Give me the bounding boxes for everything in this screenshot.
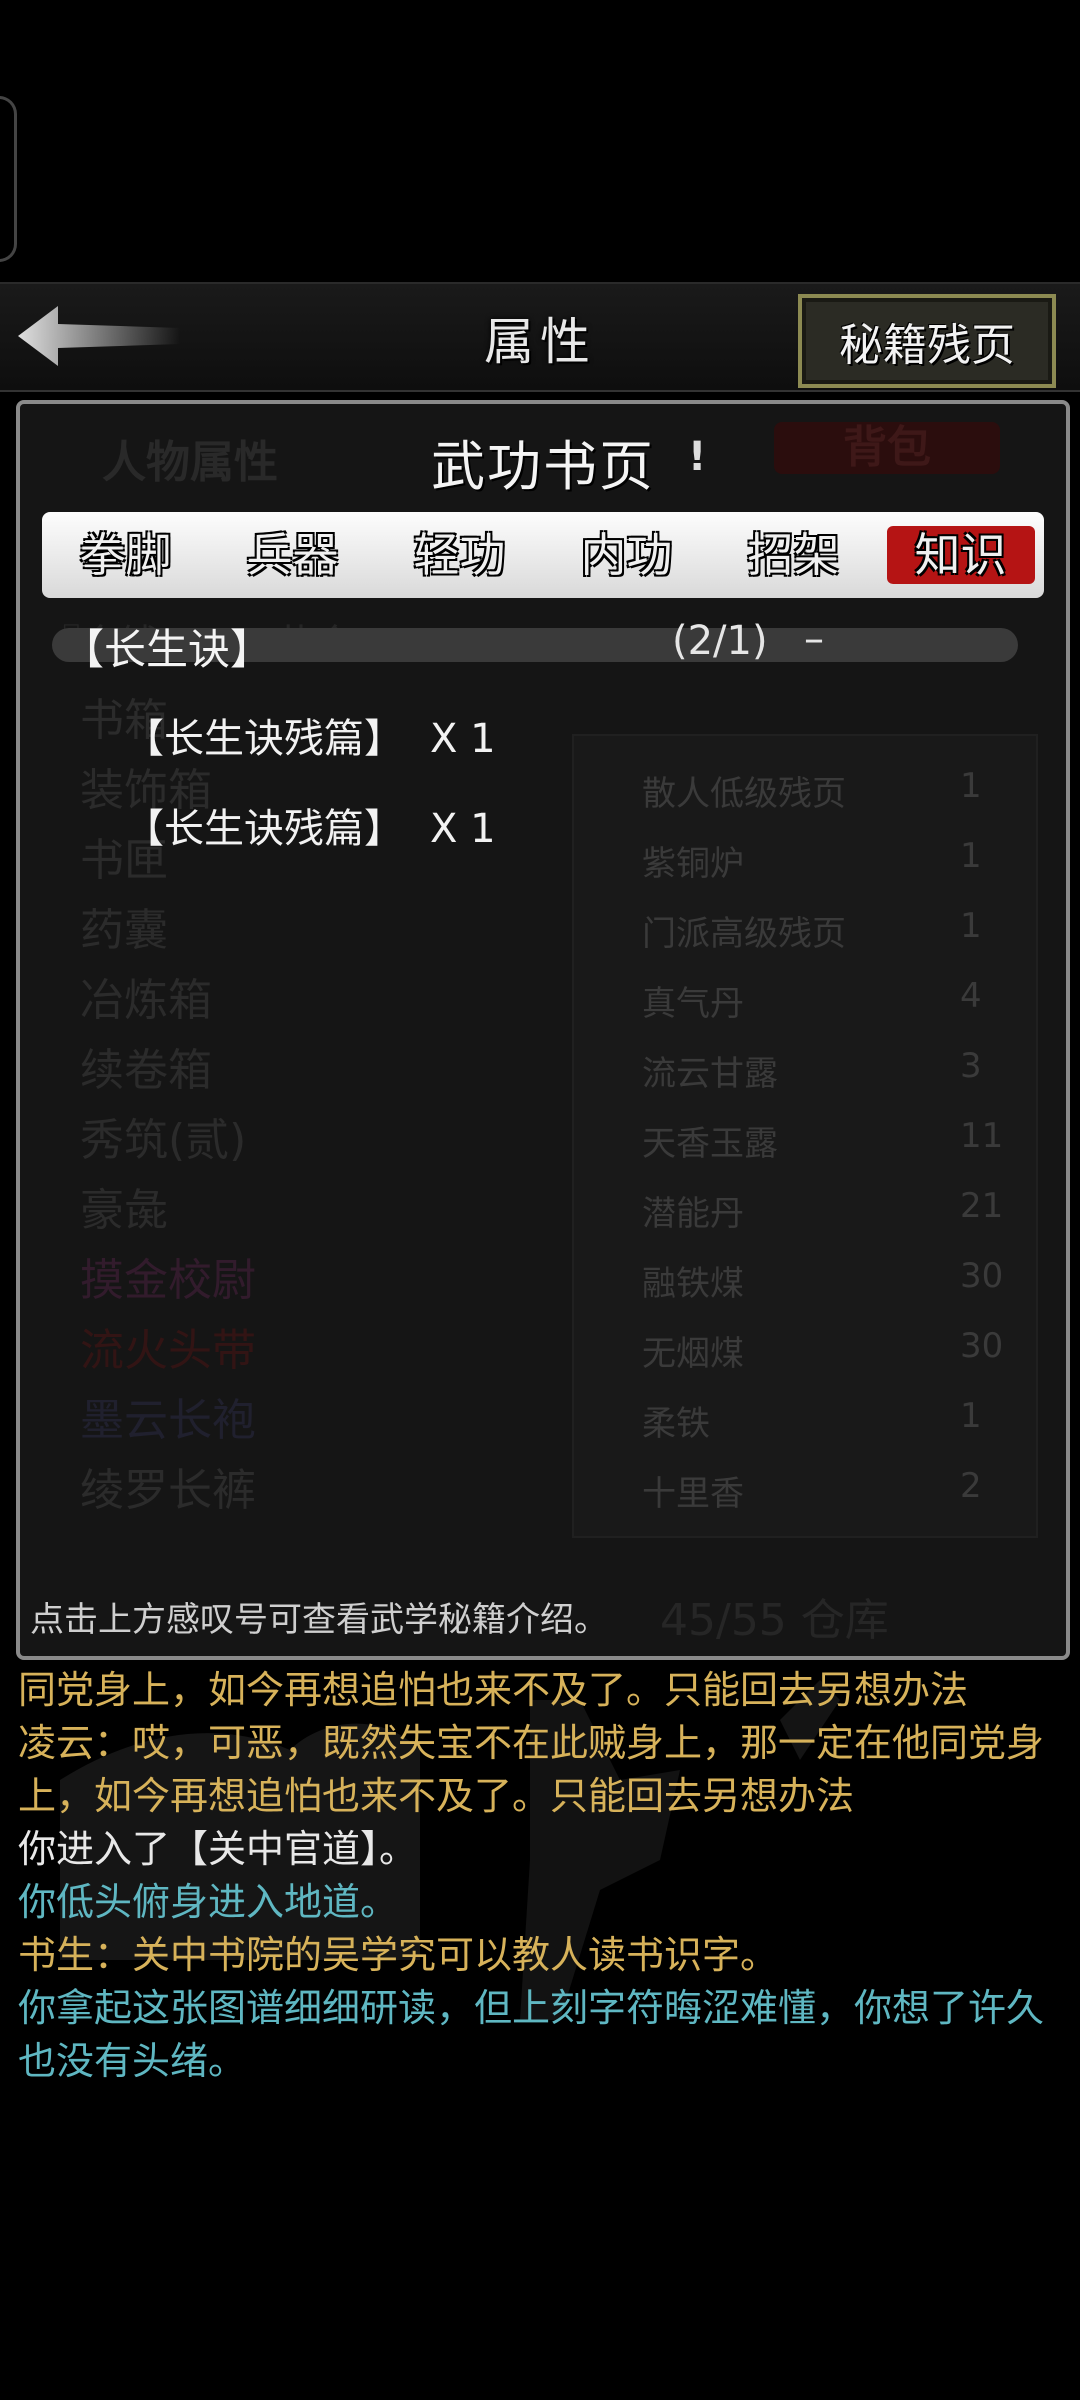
skill-category-tabs: 拳脚 兵器 轻功 内功 招架 知识: [42, 512, 1044, 598]
ghost-item-count: 30: [960, 1256, 1004, 1296]
header-bar: 属性 秘籍残页: [0, 282, 1080, 392]
ghost-item-name: 柔铁: [642, 1404, 710, 1444]
entry-name: 【长生诀残篇】: [124, 806, 404, 852]
ghost-item-count: 4: [960, 976, 982, 1016]
tab-lightness[interactable]: 轻功: [386, 526, 534, 584]
book-pages-title: 武功书页: [431, 435, 655, 498]
ghost-item-name: 散人低级残页: [642, 774, 846, 814]
collapse-toggle-icon[interactable]: –: [804, 616, 824, 662]
book-section-header[interactable]: 【长生诀】 (2/1) –: [52, 616, 1018, 674]
ghost-row: 冶炼箱: [80, 975, 212, 1026]
ghost-row: 药囊: [80, 905, 168, 956]
ghost-row: 墨云长袍: [80, 1395, 256, 1446]
tab-weapon[interactable]: 兵器: [219, 526, 367, 584]
ghost-item-count: 1: [960, 1396, 982, 1436]
secret-pages-button[interactable]: 秘籍残页: [798, 294, 1056, 388]
section-count: (2/1): [672, 618, 768, 664]
log-line: 你拿起这张图谱细细研读，但上刻字符晦涩难懂，你想了许久也没有头绪。: [18, 1986, 1045, 2083]
ghost-item-count: 2: [960, 1466, 982, 1506]
entry-qty: X 1: [430, 806, 496, 852]
ghost-item-count: 1: [960, 906, 982, 946]
ghost-item-count: 3: [960, 1046, 982, 1086]
ghost-item-name: 天香玉露: [642, 1124, 778, 1164]
ghost-item-name: 流云甘露: [642, 1054, 778, 1094]
info-exclamation-icon[interactable]: !: [688, 434, 706, 480]
ghost-item-count: 11: [960, 1116, 1004, 1156]
ghost-item-name: 真气丹: [642, 984, 744, 1024]
ghost-item-name: 潜能丹: [642, 1194, 744, 1234]
entry-qty: X 1: [430, 716, 496, 762]
ghost-row: 摸金校尉: [80, 1255, 256, 1306]
hint-text: 点击上方感叹号可查看武学秘籍介绍。: [30, 1600, 608, 1640]
ghost-item-name: 融铁煤: [642, 1264, 744, 1304]
tab-fist[interactable]: 拳脚: [52, 526, 200, 584]
book-page-entry[interactable]: 【长生诀残篇】 X 1: [124, 796, 496, 854]
log-line: 凌云：哎，可恶，既然失宝不在此贼身上，那一定在他同党身上，如今再想追怕也来不及了…: [18, 1721, 1045, 1818]
ghost-row: 绫罗长裤: [80, 1465, 256, 1516]
tab-knowledge[interactable]: 知识: [886, 526, 1035, 584]
ghost-item-count: 21: [960, 1186, 1004, 1226]
entry-name: 【长生诀残篇】: [124, 716, 404, 762]
ghost-item-count: 1: [960, 766, 982, 806]
ghost-row: 续卷箱: [80, 1045, 212, 1096]
ghost-row: 豪彘: [80, 1185, 168, 1236]
ghost-item-count: 30: [960, 1326, 1004, 1366]
screen-edge-notch: [0, 96, 17, 262]
book-page-entry[interactable]: 【长生诀残篇】 X 1: [124, 706, 496, 764]
log-line: 书生：关中书院的吴学究可以教人读书识字。: [18, 1933, 779, 1977]
log-line: 同党身上，如今再想追怕也来不及了。只能回去另想办法: [18, 1668, 969, 1712]
tab-inner[interactable]: 内功: [553, 526, 701, 584]
ghost-item-count: 1: [960, 836, 982, 876]
ghost-row: 秀筑(贰): [80, 1115, 247, 1166]
ghost-item-name: 无烟煤: [642, 1334, 744, 1374]
ghost-item-name: 门派高级残页: [642, 914, 846, 954]
martial-book-panel: 人物属性 背包 『金钱...745黄金... 书箱 装饰箱 书匣 药囊 冶炼箱 …: [16, 400, 1070, 1660]
message-log: 同党身上，如今再想追怕也来不及了。只能回去另想办法 凌云：哎，可恶，既然失宝不在…: [18, 1664, 1064, 2088]
tab-parry[interactable]: 招架: [720, 526, 868, 584]
log-line: 你低头俯身进入地道。: [18, 1880, 399, 1924]
ghost-item-name: 十里香: [642, 1474, 744, 1514]
ghost-capacity: 45/55 仓库: [660, 1595, 889, 1646]
ghost-item-name: 紫铜炉: [642, 844, 744, 884]
ghost-row: 流火头带: [80, 1325, 256, 1376]
status-area: [0, 0, 1080, 282]
section-name: 【长生诀】: [62, 625, 273, 674]
log-line: 你进入了【关中官道】。: [18, 1827, 418, 1871]
